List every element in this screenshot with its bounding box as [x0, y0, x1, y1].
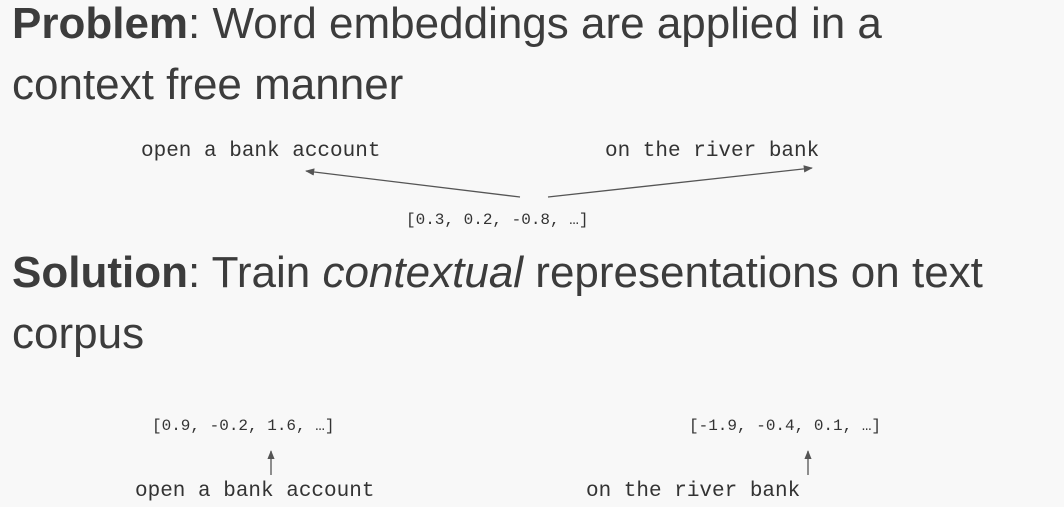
arrow-to-phrase-right	[547, 165, 813, 198]
diagram-arrows	[267, 165, 813, 475]
arrow-to-phrase-left	[305, 168, 521, 198]
